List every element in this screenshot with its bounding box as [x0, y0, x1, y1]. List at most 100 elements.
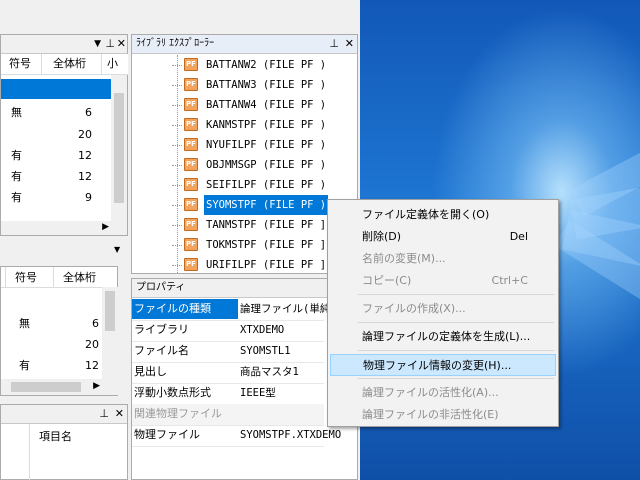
column-header-decimal[interactable]: 小 — [107, 54, 118, 74]
cell-sign: 有 — [11, 149, 22, 162]
pin-icon[interactable]: ⊥ — [329, 35, 339, 53]
property-row[interactable]: 関連物理ファイル — [132, 404, 324, 426]
properties-panel: プロパティ ファイルの種類 論理ファイル(単純 ライブラリ XTXDEMO ファイル名 S… — [131, 278, 358, 480]
context-menu-item[interactable]: 削除(D) Del — [330, 226, 556, 248]
tree-item-label[interactable]: OBJMMSGP (FILE PF ) — [204, 155, 328, 175]
tree-item-label[interactable]: TOKMSTPF (FILE PF ] — [204, 235, 328, 255]
property-value: SYOMSTPF.XTXDEMO — [240, 429, 342, 441]
physical-file-icon: PF — [184, 98, 198, 111]
context-menu-item[interactable]: 物理ファイル情報の変更(H)... — [330, 354, 556, 376]
property-key: ファイルの種類 — [132, 299, 238, 319]
cell-total: 20 — [85, 338, 99, 351]
menu-item-label: 名前の変更(M)... — [362, 252, 446, 265]
physical-file-icon: PF — [184, 118, 198, 131]
column-header-sign[interactable]: 符号 — [9, 54, 31, 74]
properties-title: プロパティ — [136, 282, 186, 293]
tree-item[interactable]: PF BATTANW2 (FILE PF ) — [132, 55, 372, 75]
menu-item-label: 論理ファイルの非活性化(E) — [362, 408, 499, 421]
library-explorer-title: ﾗｲﾌﾞﾗﾘ ｴｸｽﾌﾟﾛｰﾗｰ — [136, 38, 215, 49]
scroll-right-icon[interactable]: ▶ — [93, 381, 100, 391]
field-grid-panel: ▼ ⊥ ✕ 符号 全体桁 小 無 6 20 有 12 有 12 有 9 ▼ ▶ — [0, 34, 128, 254]
menu-separator — [358, 322, 554, 323]
tree-item-label[interactable]: NYUFILPF (FILE PF ) — [204, 135, 328, 155]
properties-grid: ファイルの種類 論理ファイル(単純 ライブラリ XTXDEMO ファイル名 SYOMSTL… — [132, 299, 357, 479]
tree-connector — [172, 165, 182, 166]
tree-item-label[interactable]: URIFILPF (FILE PF ] — [204, 255, 328, 275]
property-value: XTXDEMO — [240, 324, 285, 336]
column-header-item-name[interactable]: 項目名 — [39, 427, 72, 447]
tree-item[interactable]: PF BATTANW4 (FILE PF ) — [132, 95, 372, 115]
tree-item-label[interactable]: SYOMSTPF (FILE PF ) — [204, 195, 329, 215]
property-row[interactable]: ファイルの種類 論理ファイル(単純 — [132, 299, 330, 321]
scroll-right-icon[interactable]: ▶ — [102, 222, 109, 232]
property-row[interactable]: 浮動小数点形式 IEEE型 — [132, 383, 324, 405]
property-value: SYOMSTL1 — [240, 345, 291, 357]
pin-icon[interactable]: ⊥ — [99, 405, 109, 423]
tree-item-label[interactable]: KANMSTPF (FILE PF ) — [204, 115, 328, 135]
property-key: 関連物理ファイル — [134, 407, 222, 420]
physical-file-icon: PF — [184, 138, 198, 151]
horizontal-scrollbar[interactable]: ▶ — [1, 379, 102, 395]
tree-connector — [172, 245, 182, 246]
tree-item-label[interactable]: SEIFILPF (FILE PF ) — [204, 175, 328, 195]
close-icon[interactable]: ✕ — [117, 35, 126, 53]
pin-icon[interactable]: ⊥ — [105, 35, 115, 53]
context-menu: ファイル定義体を開く(O) 削除(D) Del 名前の変更(M)... コピー(C) Ct… — [327, 199, 559, 427]
vertical-scrollbar[interactable]: ▼ — [111, 75, 127, 254]
cell-total: 12 — [85, 359, 99, 372]
property-key: ファイル名 — [134, 344, 189, 357]
context-menu-item: 名前の変更(M)... — [330, 248, 556, 270]
cell-total: 20 — [78, 128, 92, 141]
cell-total: 6 — [85, 106, 92, 119]
dropdown-arrow-icon[interactable]: ▼ — [94, 35, 101, 53]
menu-item-shortcut: Ctrl+C — [491, 274, 528, 287]
tree-item[interactable]: PF NYUFILPF (FILE PF ) — [132, 135, 372, 155]
column-header-total[interactable]: 全体桁 — [63, 268, 96, 288]
context-menu-item[interactable]: 論理ファイルの定義体を生成(L)... — [330, 326, 556, 348]
context-menu-item: ファイルの作成(X)... — [330, 298, 556, 320]
menu-item-label: 物理ファイル情報の変更(H)... — [363, 359, 512, 372]
cell-total: 12 — [78, 149, 92, 162]
properties-titlebar: プロパティ — [132, 279, 357, 298]
scroll-down-icon[interactable]: ▼ — [114, 245, 120, 254]
horizontal-scrollbar[interactable]: ▶ — [1, 221, 111, 235]
context-menu-item[interactable]: ファイル定義体を開く(O) — [330, 204, 556, 226]
column-header-sign[interactable]: 符号 — [15, 268, 37, 288]
context-menu-item: 論理ファイルの活性化(A)... — [330, 382, 556, 404]
tree-item-label[interactable]: BATTANW3 (FILE PF ) — [204, 75, 328, 95]
tree-connector — [172, 265, 182, 266]
tree-item[interactable]: PF BATTANW3 (FILE PF ) — [132, 75, 372, 95]
cell-sign: 有 — [11, 170, 22, 183]
property-key: 見出し — [134, 365, 167, 378]
tree-item[interactable]: PF OBJMMSGP (FILE PF ) — [132, 155, 372, 175]
column-header-total[interactable]: 全体桁 — [53, 54, 86, 74]
menu-item-label: コピー(C) — [362, 274, 412, 287]
cell-sign: 有 — [11, 191, 22, 204]
tree-item-label[interactable]: TANMSTPF (FILE PF ] — [204, 215, 328, 235]
scrollbar-thumb[interactable] — [105, 291, 115, 331]
tree-item-label[interactable]: BATTANW2 (FILE PF ) — [204, 55, 328, 75]
property-row[interactable]: 物理ファイル SYOMSTPF.XTXDEMO — [132, 425, 341, 447]
close-icon[interactable]: ✕ — [345, 35, 354, 53]
tree-item[interactable]: PF SEIFILPF (FILE PF ) — [132, 175, 372, 195]
cell-sign: 無 — [19, 317, 30, 330]
close-icon[interactable]: ✕ — [115, 405, 124, 423]
property-value: 商品マスタ1 — [240, 366, 299, 378]
tree-connector — [172, 225, 182, 226]
menu-item-label: 論理ファイルの定義体を生成(L)... — [362, 330, 531, 343]
table-row-selected[interactable] — [1, 79, 111, 99]
vertical-scrollbar[interactable] — [102, 287, 118, 395]
field-grid-panel-2: 符号 全体桁 無 6 20 有 12 ▶ — [0, 266, 118, 396]
property-row[interactable]: ライブラリ XTXDEMO — [132, 320, 324, 342]
tree-connector — [172, 125, 182, 126]
physical-file-icon: PF — [184, 238, 198, 251]
property-value: 論理ファイル(単純 — [240, 303, 331, 315]
tree-item-label[interactable]: BATTANW4 (FILE PF ) — [204, 95, 328, 115]
item-list-titlebar: ⊥ ✕ — [1, 405, 127, 424]
tree-item[interactable]: PF KANMSTPF (FILE PF ) — [132, 115, 372, 135]
physical-file-icon: PF — [184, 58, 198, 71]
physical-file-icon: PF — [184, 258, 198, 271]
scrollbar-thumb[interactable] — [114, 93, 124, 203]
property-row[interactable]: ファイル名 SYOMSTL1 — [132, 341, 324, 363]
property-row[interactable]: 見出し 商品マスタ1 — [132, 362, 324, 384]
